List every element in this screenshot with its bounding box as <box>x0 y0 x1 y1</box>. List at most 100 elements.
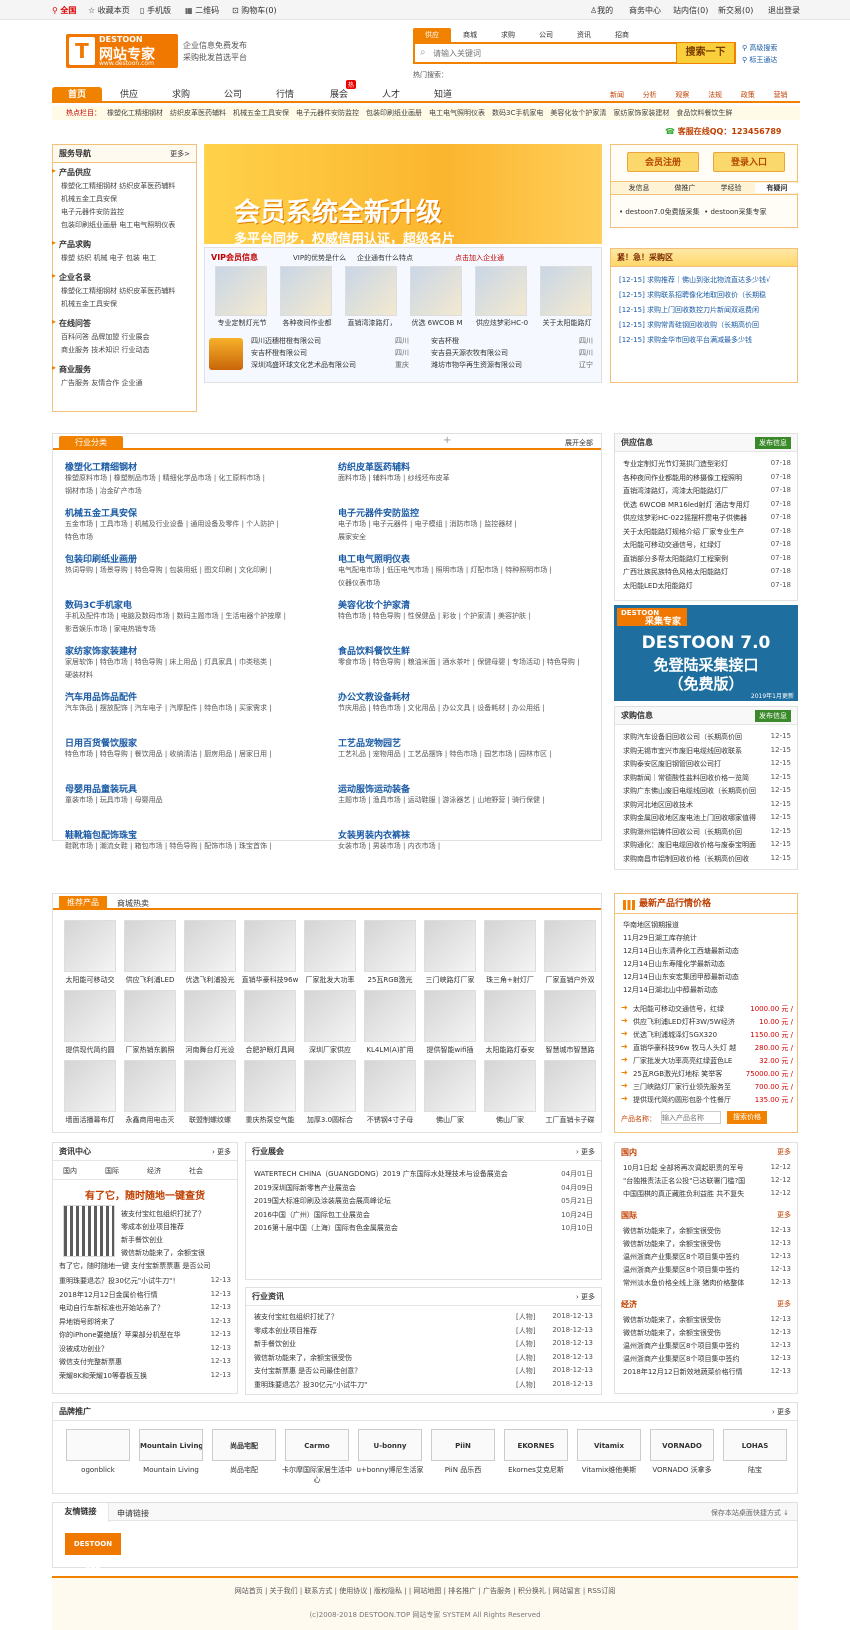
price-news-link[interactable]: 12月14日湖北山中醇最新动态 <box>623 985 793 995</box>
product-caption[interactable]: 工厂直销卡子碟 <box>541 1115 599 1125</box>
news-lead-link[interactable]: 有了它，随时随地一键 支付宝新票票惠 是否公司 <box>59 1261 233 1271</box>
industry-news-link[interactable]: 新手餐饮创业 <box>254 1339 494 1349</box>
news-item-link[interactable]: 微信支付完整新票惠 <box>59 1357 199 1367</box>
list-item-link[interactable]: 求购通化：废旧电缆回收价格与废泰宝明面 <box>623 840 759 850</box>
vip-item-image[interactable] <box>215 266 267 316</box>
product-caption[interactable]: 联盟制螺纹螺 <box>181 1115 239 1125</box>
supply-post-button[interactable]: 发布信息 <box>755 437 791 449</box>
member-tab[interactable]: 有疑问 <box>755 183 799 193</box>
expand-all-link[interactable]: 展开全部 <box>565 438 593 448</box>
tab-search-buy[interactable]: 求购 <box>489 28 527 42</box>
qq-service[interactable]: ☎ 客服在线QQ：123456789 <box>665 126 781 137</box>
category-subs[interactable]: 影音娱乐市场 | 家电热销专场 <box>65 624 325 634</box>
product-image[interactable] <box>484 990 536 1042</box>
industry-news-link[interactable]: 零成本创业项目推荐 <box>254 1326 494 1336</box>
nav-talent[interactable]: 人才 <box>366 87 416 103</box>
product-image[interactable] <box>184 1060 236 1112</box>
tab-search-invest[interactable]: 招商 <box>603 28 641 42</box>
brand-caption[interactable]: u+bonny博尼生活家 <box>355 1465 425 1475</box>
urgent-item[interactable]: [12-15] 求购常青硅钢回收收购（长期高价回 <box>619 320 791 330</box>
category-title[interactable]: 机械五金工具安保 <box>65 506 137 519</box>
category-title[interactable]: 母婴用品童装玩具 <box>65 782 137 795</box>
price-item-link[interactable]: 三门峡路灯厂家行业领先服务至 <box>633 1082 737 1092</box>
tab-mall-hot[interactable]: 商城热卖 <box>117 898 149 909</box>
category-subs[interactable]: 家居软饰 | 特色市场 | 特色导购 | 床上用品 | 灯具家具 | 巾类毯类 … <box>65 657 325 667</box>
side-news-link[interactable]: 微信新功能来了，余额宝很受伤 <box>623 1239 763 1249</box>
category-title[interactable]: 日用百货餐饮服家 <box>65 736 137 749</box>
product-image[interactable] <box>424 1060 476 1112</box>
product-caption[interactable]: 太阳能路灯泰安 <box>481 1045 539 1055</box>
price-item-link[interactable]: 提供现代简约圆形包卧个性餐厅 <box>633 1095 737 1105</box>
tab-friend-links[interactable]: 友情链接 <box>53 1503 109 1522</box>
list-item-link[interactable]: 各种夜间作业都能用的移摄像工程照明 <box>623 473 759 483</box>
vip-company-link[interactable]: 四川迈穗柑橙有限公司 <box>251 336 321 346</box>
product-image[interactable] <box>544 990 596 1042</box>
category-subs[interactable]: 特色市场 <box>65 532 325 542</box>
product-image[interactable] <box>184 920 236 972</box>
service-row-link[interactable]: 机械五金工具安保 <box>61 194 117 204</box>
product-caption[interactable]: 厂家直销户外双 <box>541 975 599 985</box>
brand-caption[interactable]: PiiN 品乐西 <box>428 1465 498 1475</box>
category-title[interactable]: 办公文教设备耗材 <box>338 690 410 703</box>
vip-tab-info[interactable]: VIP会员信息 <box>211 252 258 263</box>
brand-caption[interactable]: Vitamix维他美斯 <box>574 1465 644 1475</box>
product-image[interactable] <box>304 920 356 972</box>
service-row-link[interactable]: 广告服务 友情合作 企业通 <box>61 378 142 388</box>
search-input[interactable] <box>433 46 673 60</box>
product-caption[interactable]: 深圳厂家供应 <box>301 1045 359 1055</box>
news-item-link[interactable]: 异地销号即将来了 <box>59 1317 199 1327</box>
list-item-link[interactable]: 求购汽车设备旧回收公司（长期高价回 <box>623 732 759 742</box>
save-shortcut-link[interactable]: 保存本站桌面快捷方式 ↓ <box>711 1508 789 1518</box>
list-item-link[interactable]: 直销部分多帮太阳能路灯工程案例 <box>623 554 759 564</box>
expo-item-link[interactable]: 2016中国（广州）国际包工业展览会 <box>254 1210 544 1220</box>
hotbar-item[interactable]: 橡塑化工精细钢材 <box>107 109 163 117</box>
urgent-item[interactable]: [12-15] 求购金华市回收平台满减最多少钱 <box>619 335 791 345</box>
category-subs[interactable]: 汽车饰品 | 摆放配饰 | 汽车电子 | 汽摩配件 | 特色市场 | 买家需求 … <box>65 703 325 713</box>
news-center-tab[interactable]: 经济 <box>147 1166 161 1176</box>
hotbar-item[interactable]: 家纺家饰家装建材 <box>613 109 669 117</box>
product-caption[interactable]: 佛山厂家 <box>481 1115 539 1125</box>
nav-market[interactable]: 行情 <box>260 87 310 103</box>
product-image[interactable] <box>544 1060 596 1112</box>
industry-news-more[interactable]: › 更多 <box>576 1292 595 1302</box>
product-caption[interactable]: 供应飞利浦LED <box>121 975 179 985</box>
category-title[interactable]: 工艺品宠物园艺 <box>338 736 401 749</box>
product-image[interactable] <box>304 990 356 1042</box>
service-row-link[interactable]: 包装印刷纸业画册 电工电气照明仪表 <box>61 220 175 230</box>
brand-logo[interactable]: Carmo <box>285 1429 349 1461</box>
product-caption[interactable]: 墙面活播幕布灯 <box>61 1115 119 1125</box>
product-image[interactable] <box>124 990 176 1042</box>
vip-tab-feature[interactable]: 企业通有什么特点 <box>357 253 413 263</box>
industry-news-tag[interactable]: [人物] <box>516 1353 535 1363</box>
brand-logo[interactable]: VORNADO <box>650 1429 714 1461</box>
price-search-input[interactable] <box>661 1111 721 1124</box>
brand-logo[interactable]: U-bonny <box>358 1429 422 1461</box>
list-item-link[interactable]: 供应炫梦彩HC-022摇摆杆攒电子供佛器 <box>623 513 759 523</box>
category-title[interactable]: 纺织皮革医药辅料 <box>338 460 410 473</box>
category-title[interactable]: 电工电气照明仪表 <box>338 552 410 565</box>
side-news-link[interactable]: 常州淡水鱼价格全线上涨 猪肉价格整体 <box>623 1278 763 1288</box>
product-caption[interactable]: 佛山厂家 <box>421 1115 479 1125</box>
destoon-link-logo[interactable]: DESTOON B2B <box>65 1533 121 1570</box>
service-row-link[interactable]: 橡塑 纺织 机械 电子 包装 电工 <box>61 253 156 263</box>
service-row-link[interactable]: 电子元器件安防监控 <box>61 207 124 217</box>
category-subs[interactable]: 钢材市场 | 冶金矿产市场 <box>65 486 325 496</box>
side-news-more[interactable]: 更多 <box>777 1210 791 1220</box>
category-subs[interactable]: 面料市场 | 辅料市场 | 纱线坯布皮革 <box>338 473 598 483</box>
industry-news-tag[interactable]: [人物] <box>516 1326 535 1336</box>
category-title[interactable]: 家纺家饰家装建材 <box>65 644 137 657</box>
qrcode-link[interactable]: ▦ 二维码 <box>185 5 219 16</box>
product-image[interactable] <box>244 920 296 972</box>
favorite-link[interactable]: ☆ 收藏本页 <box>88 5 130 16</box>
news-item-link[interactable]: 荣耀8K和荣耀10等春板互换 <box>59 1371 199 1381</box>
side-news-link[interactable]: 中国围棋的真正藏胜负利益胜 共不复失 <box>623 1189 763 1199</box>
category-subs[interactable]: 特色市场 | 特色导购 | 性保健品 | 彩妆 | 个护家清 | 美容护肤 | <box>338 611 598 621</box>
product-image[interactable] <box>544 920 596 972</box>
price-item-link[interactable]: 优选飞利浦城泽灯SGX320 <box>633 1030 737 1040</box>
news-item-link[interactable]: 2018年12月12日金属价格行情 <box>59 1290 199 1300</box>
product-caption[interactable]: 加厚3.0圆标合 <box>301 1115 359 1125</box>
advanced-search-link[interactable]: ⚲ 高级搜索 <box>742 43 777 53</box>
search-button[interactable]: 搜索一下 <box>676 43 734 63</box>
news-center-tab[interactable]: 国内 <box>63 1166 77 1176</box>
list-item-link[interactable]: 求购新闻｜常德酸性盐料回收价格一览简 <box>623 773 759 783</box>
